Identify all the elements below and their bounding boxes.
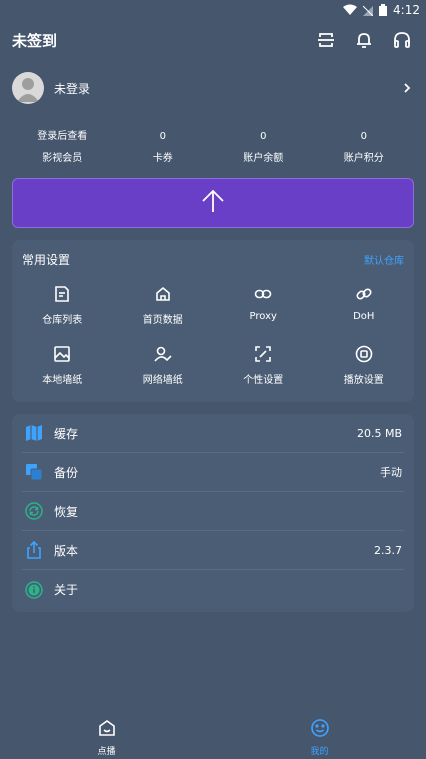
- tv-icon: [97, 718, 117, 742]
- settings-item-label: 个性设置: [243, 375, 284, 386]
- stat-vip[interactable]: 登录后查看 影视会员: [12, 126, 113, 170]
- nav-item-label: 点播: [97, 746, 116, 757]
- nav-item-vod[interactable]: 点播: [0, 715, 213, 759]
- settings-item-personalize[interactable]: 个性设置: [213, 344, 314, 394]
- list-item-version[interactable]: 版本 2.3.7: [22, 531, 404, 570]
- stat-balance[interactable]: 0 账户余额: [213, 126, 314, 170]
- section-title: 常用设置: [22, 252, 71, 267]
- list-item-label: 缓存: [54, 426, 79, 441]
- settings-item-doh[interactable]: DoH: [314, 284, 415, 334]
- stat-value: 登录后查看: [37, 131, 88, 142]
- stat-value: 0: [159, 131, 166, 142]
- play-circle-icon: [354, 344, 374, 364]
- image-icon: [52, 344, 72, 364]
- cache-size-value: 20.5 MB: [356, 426, 402, 440]
- bottom-nav: 点播 我的: [0, 715, 426, 759]
- expand-icon: [253, 344, 273, 364]
- settings-grid: 仓库列表 首页数据 Proxy DoH 本地墙纸 网络墙纸 个性设置 播放设置: [12, 278, 414, 394]
- page-title: 未签到: [12, 31, 58, 50]
- link-icon: [253, 284, 273, 304]
- status-bar: 4:12: [0, 0, 426, 20]
- repo-list-icon: [52, 284, 72, 304]
- settings-item-label: 播放设置: [343, 375, 384, 386]
- arrow-up-icon: [200, 188, 226, 218]
- stat-coupons[interactable]: 0 卡券: [113, 126, 214, 170]
- settings-item-local-wallpaper[interactable]: 本地墙纸: [12, 344, 113, 394]
- stat-value: 0: [360, 131, 367, 142]
- user-check-icon: [153, 344, 173, 364]
- nav-item-mine[interactable]: 我的: [213, 715, 426, 759]
- chain-icon: [354, 284, 374, 304]
- stat-label: 账户余额: [243, 153, 284, 164]
- list-item-about[interactable]: 关于: [22, 570, 404, 609]
- settings-item-label: 仓库列表: [42, 315, 83, 326]
- info-icon: [24, 580, 44, 600]
- stat-value: 0: [260, 131, 267, 142]
- user-name: 未登录: [54, 81, 91, 96]
- stat-label: 影视会员: [42, 153, 83, 164]
- list-item-label: 备份: [54, 465, 79, 480]
- chevron-right-icon: [400, 81, 414, 95]
- list-item-label: 恢复: [54, 504, 79, 519]
- map-icon: [24, 423, 44, 443]
- status-time: 4:12: [393, 3, 420, 17]
- battery-icon: [379, 4, 388, 16]
- settings-item-repo-list[interactable]: 仓库列表: [12, 284, 113, 334]
- settings-item-label: 本地墙纸: [42, 375, 83, 386]
- stat-points[interactable]: 0 账户积分: [314, 126, 415, 170]
- nav-item-label: 我的: [310, 746, 329, 757]
- backup-icon: [24, 462, 44, 482]
- list-item-cache[interactable]: 缓存 20.5 MB: [22, 414, 404, 453]
- avatar: [12, 72, 44, 104]
- top-bar: 未签到: [0, 24, 426, 56]
- stat-label: 卡券: [152, 153, 173, 164]
- settings-item-label: DoH: [353, 311, 375, 322]
- default-repo-link[interactable]: 默认仓库: [364, 252, 404, 267]
- account-stats: 登录后查看 影视会员 0 卡券 0 账户余额 0 账户积分: [12, 126, 414, 170]
- backup-mode-value: 手动: [380, 466, 402, 479]
- no-sim-icon: [363, 4, 374, 16]
- smile-icon: [310, 718, 330, 742]
- settings-item-home-data[interactable]: 首页数据: [113, 284, 214, 334]
- info-list-card: 缓存 20.5 MB 备份 手动 恢复 版本 2.3.7 关于: [12, 414, 414, 612]
- list-item-label: 版本: [54, 543, 79, 558]
- settings-item-label: Proxy: [249, 311, 277, 322]
- settings-item-label: 网络墙纸: [142, 375, 183, 386]
- user-login-row[interactable]: 未登录: [12, 70, 414, 106]
- headphones-icon[interactable]: [390, 28, 414, 52]
- settings-item-label: 首页数据: [142, 315, 183, 326]
- settings-item-proxy[interactable]: Proxy: [213, 284, 314, 334]
- scan-icon[interactable]: [314, 28, 338, 52]
- bell-icon[interactable]: [352, 28, 376, 52]
- wifi-icon: [343, 4, 358, 16]
- list-item-label: 关于: [54, 583, 79, 597]
- share-icon: [24, 540, 44, 560]
- list-item-backup[interactable]: 备份 手动: [22, 453, 404, 492]
- card-header: 常用设置 默认仓库: [12, 240, 414, 278]
- version-value: 2.3.7: [374, 543, 402, 557]
- stat-label: 账户积分: [343, 153, 384, 164]
- settings-item-network-wallpaper[interactable]: 网络墙纸: [113, 344, 214, 394]
- upload-action-button[interactable]: [12, 178, 414, 228]
- common-settings-card: 常用设置 默认仓库 仓库列表 首页数据 Proxy DoH 本地墙纸 网络墙纸 …: [12, 240, 414, 402]
- restore-icon: [24, 501, 44, 521]
- list-item-restore[interactable]: 恢复: [22, 492, 404, 531]
- settings-item-playback[interactable]: 播放设置: [314, 344, 415, 394]
- home-icon: [153, 284, 173, 304]
